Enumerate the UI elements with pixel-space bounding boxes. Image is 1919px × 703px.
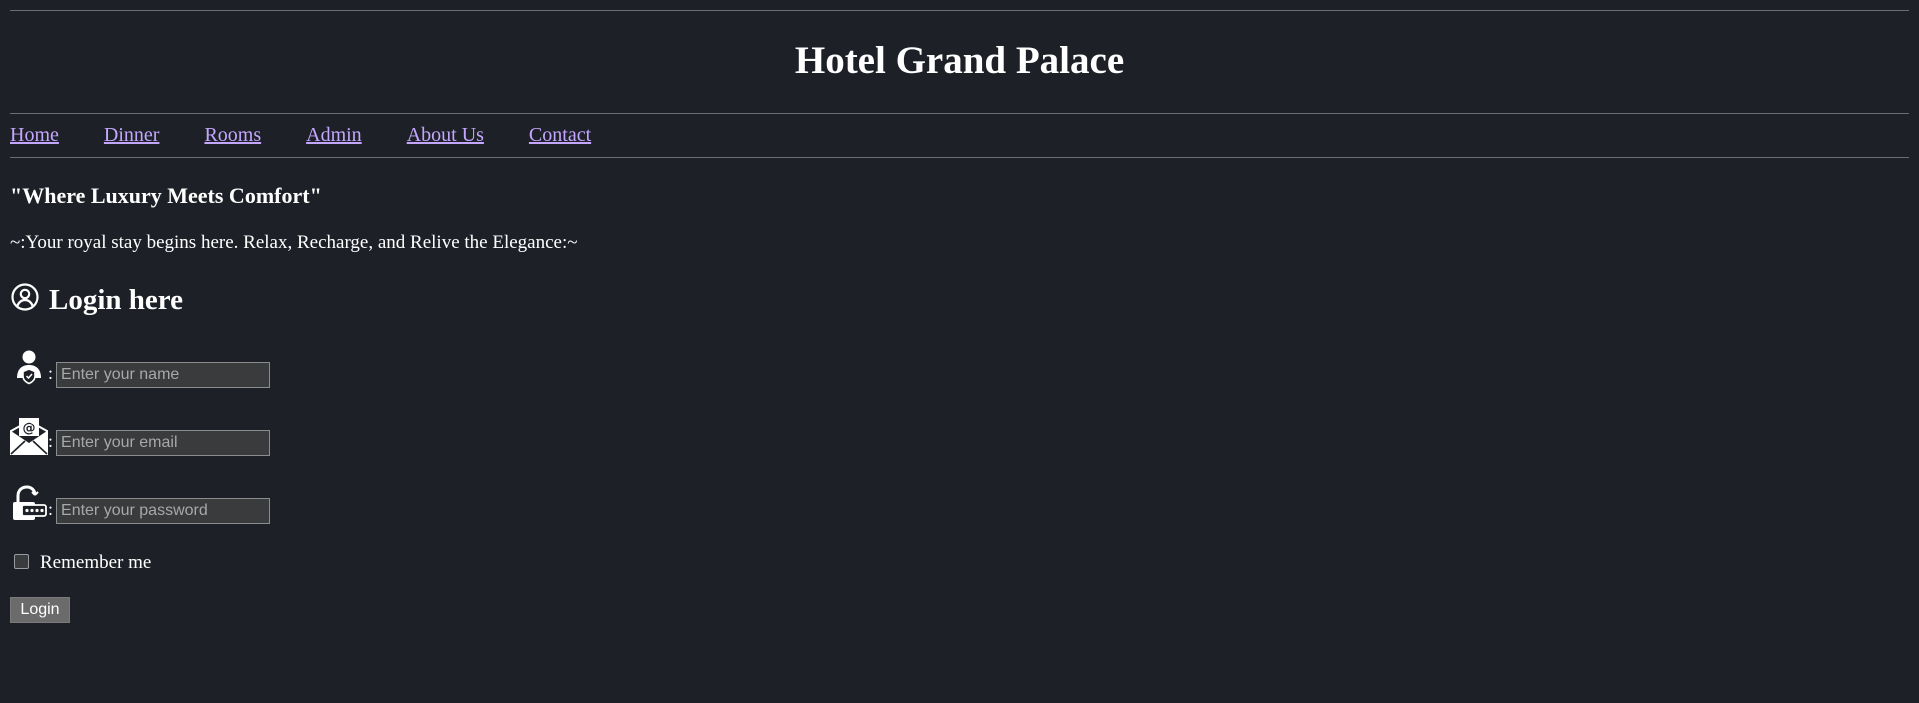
page: Hotel Grand Palace Home Dinner Rooms Adm… <box>0 0 1919 703</box>
nav-link-contact[interactable]: Contact <box>529 122 591 148</box>
password-lock-icon <box>13 485 47 520</box>
main-nav: Home Dinner Rooms Admin About Us Contact <box>10 122 636 148</box>
nav-link-home[interactable]: Home <box>10 122 59 148</box>
name-field-row: : <box>10 344 271 388</box>
nav-top-divider <box>10 113 1909 114</box>
password-separator: : <box>48 499 54 519</box>
email-input[interactable] <box>56 430 271 456</box>
nav-link-about-us[interactable]: About Us <box>407 122 484 148</box>
nav-link-rooms[interactable]: Rooms <box>204 122 261 148</box>
name-separator: : <box>48 363 54 383</box>
page-title: Hotel Grand Palace <box>794 39 1125 82</box>
welcome-subline: ~:Your royal stay begins here. Relax, Re… <box>10 232 578 253</box>
email-separator: : <box>48 431 54 451</box>
login-button[interactable]: Login <box>10 597 70 623</box>
user-circle-icon <box>11 283 39 311</box>
user-shield-icon <box>17 350 41 385</box>
nav-bottom-divider <box>10 157 1909 158</box>
top-divider <box>10 10 1909 11</box>
login-heading: Login here <box>10 282 183 318</box>
remember-me-label: Remember me <box>40 552 152 573</box>
email-field-row: @ : <box>10 412 271 456</box>
remember-me[interactable]: Remember me <box>14 551 151 575</box>
tagline: "Where Luxury Meets Comfort" <box>10 183 322 208</box>
login-heading-text: Login here <box>49 284 183 316</box>
remember-me-checkbox[interactable] <box>14 553 29 569</box>
nav-link-admin[interactable]: Admin <box>306 122 362 148</box>
password-input[interactable] <box>56 498 271 524</box>
name-input[interactable] <box>56 362 271 388</box>
email-envelope-icon: @ <box>10 418 48 455</box>
nav-link-dinner[interactable]: Dinner <box>104 122 160 148</box>
password-field-row: : <box>10 480 271 524</box>
